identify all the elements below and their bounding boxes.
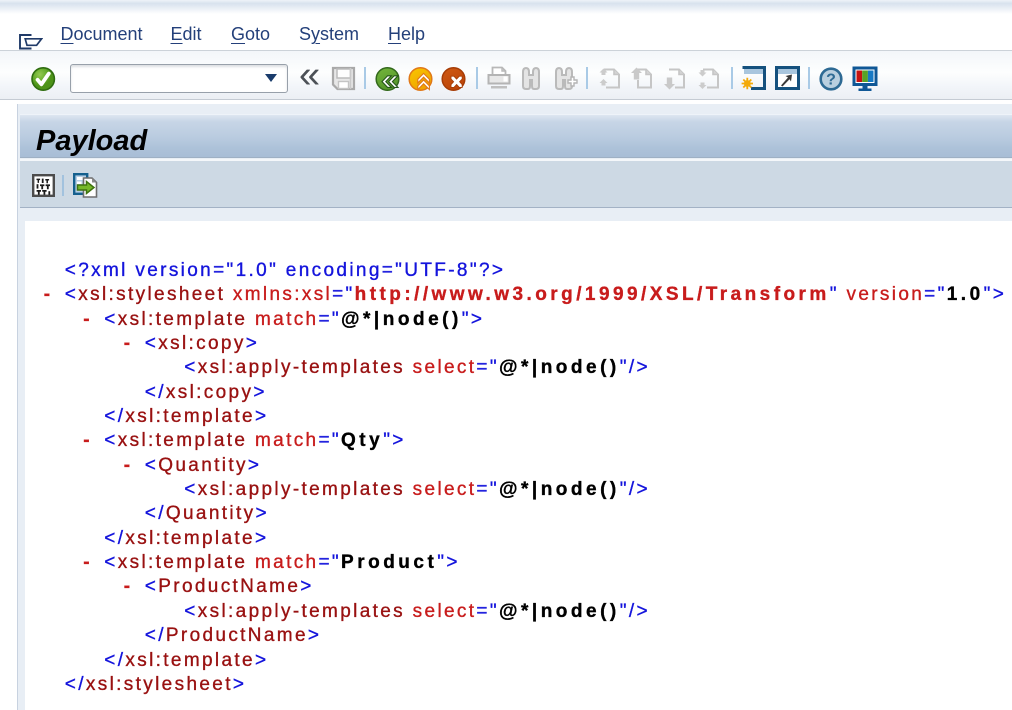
svg-text:?: ? (826, 71, 836, 88)
